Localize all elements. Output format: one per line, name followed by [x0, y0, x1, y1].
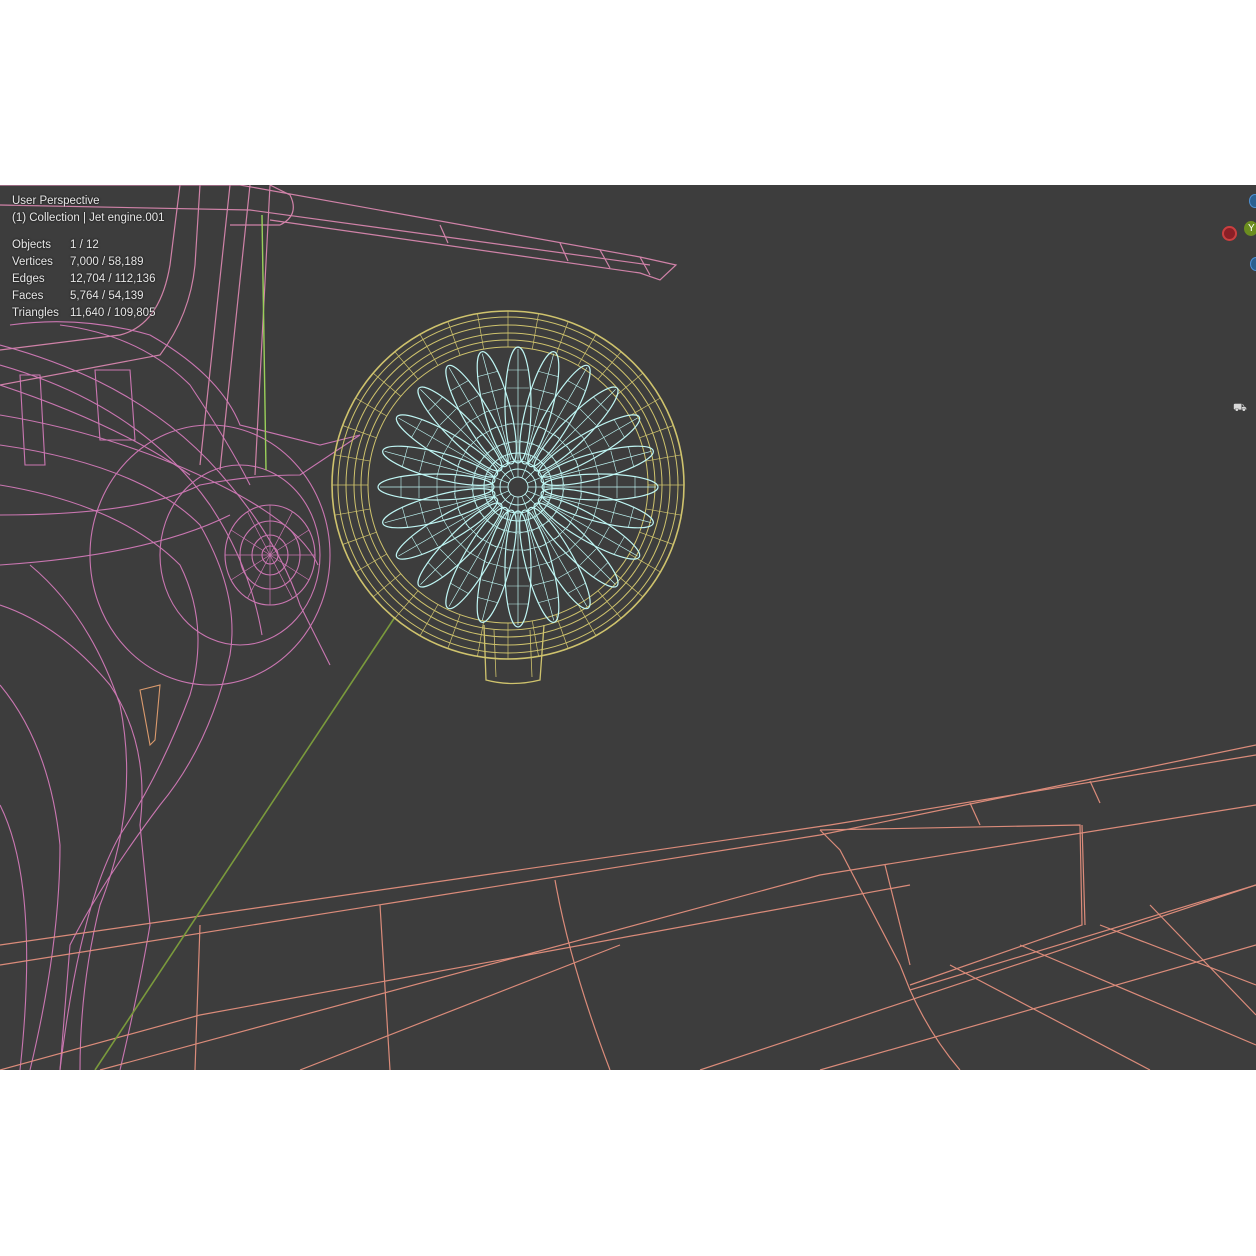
tail-curve	[0, 204, 651, 266]
wing-edge	[299, 944, 621, 1070]
fuselage-curve	[0, 804, 28, 1070]
fuselage-curve	[0, 384, 191, 476]
nacelle-rib	[577, 334, 597, 366]
wing-edge	[949, 924, 1256, 1070]
camera-view-icon[interactable]: ⛟	[1233, 402, 1247, 416]
wing-edge	[819, 944, 1256, 1070]
tail-curve	[0, 185, 181, 351]
fuselage-curve	[0, 684, 61, 1070]
wing-edge	[819, 829, 1256, 991]
engine-fan-blades	[377, 346, 659, 628]
gizmo-z-axis-handle[interactable]	[1249, 194, 1256, 208]
exhaust-spoke	[269, 511, 293, 556]
wing-edge	[0, 884, 911, 1070]
nacelle-rib	[355, 397, 387, 417]
fuselage-curve	[0, 344, 331, 666]
blade-spine	[398, 500, 494, 557]
exhaust-spoke	[269, 554, 310, 581]
nacelle-pylon	[483, 624, 545, 685]
blade-spine	[537, 506, 616, 585]
3d-viewport[interactable]: User Perspective (1) Collection | Jet en…	[0, 185, 1256, 1070]
blade-spine	[542, 500, 638, 557]
gizmo-negative-x-handle[interactable]	[1222, 226, 1237, 241]
fuselage-curve	[0, 514, 231, 566]
wing-edge	[909, 989, 961, 1070]
blade-spine	[448, 367, 505, 463]
fuselage-curve	[0, 444, 233, 1070]
tail-curve	[0, 185, 678, 281]
blade-spine	[420, 389, 499, 468]
wing-edge	[554, 879, 611, 1070]
fuselage-curve	[0, 604, 151, 1070]
nacelle-rib	[372, 372, 401, 397]
nacelle-rib	[419, 334, 439, 366]
blade-spine	[531, 511, 588, 607]
tail-green-edge	[261, 214, 267, 471]
wing-edge	[0, 744, 1256, 966]
nacelle-rib	[615, 573, 644, 598]
nacelle-rib	[372, 573, 401, 598]
blade-spine	[448, 511, 505, 607]
nacelle-rib	[419, 604, 439, 636]
nacelle-rib	[394, 351, 419, 380]
tail-curve	[0, 185, 201, 386]
exhaust-spoke	[230, 554, 271, 581]
nacelle-rib	[629, 553, 661, 573]
wing-edge	[884, 824, 1086, 966]
blade-spine	[537, 389, 616, 468]
blade-spine	[531, 367, 588, 463]
nacelle-rib	[394, 590, 419, 619]
wing-edge	[699, 884, 1256, 1070]
blade-spine	[542, 417, 638, 474]
nacelle-rib	[615, 372, 644, 397]
wireframe-scene[interactable]	[0, 185, 1256, 1070]
fuselage-curve	[0, 434, 361, 516]
fuselage-curve	[0, 484, 199, 1070]
fuselage-wireframe	[0, 321, 361, 1070]
blade-spine	[398, 417, 494, 474]
fuselage-curve	[9, 321, 361, 446]
nacelle-rib	[355, 553, 387, 573]
wing-edge	[1149, 904, 1256, 1016]
exhaust-spoke	[230, 529, 271, 556]
fuselage-curve	[0, 364, 263, 636]
wing-wireframe	[0, 744, 1256, 1070]
nacelle-rib	[597, 351, 622, 380]
fan-hub-ring	[507, 476, 529, 498]
fuselage-curve	[29, 564, 128, 1070]
exhaust-spoke	[247, 554, 271, 599]
wing-edge	[969, 780, 1101, 826]
antenna-fin	[139, 684, 161, 747]
exhaust-spoke	[247, 511, 271, 556]
nacelle-rib	[629, 397, 661, 417]
wing-edge	[819, 824, 1083, 986]
gizmo-negative-z-handle[interactable]	[1250, 257, 1256, 271]
blade-spine	[420, 506, 499, 585]
gizmo-y-axis-handle[interactable]: Y	[1244, 221, 1256, 236]
nacelle-rib	[597, 590, 622, 619]
tail-curve	[199, 185, 271, 476]
